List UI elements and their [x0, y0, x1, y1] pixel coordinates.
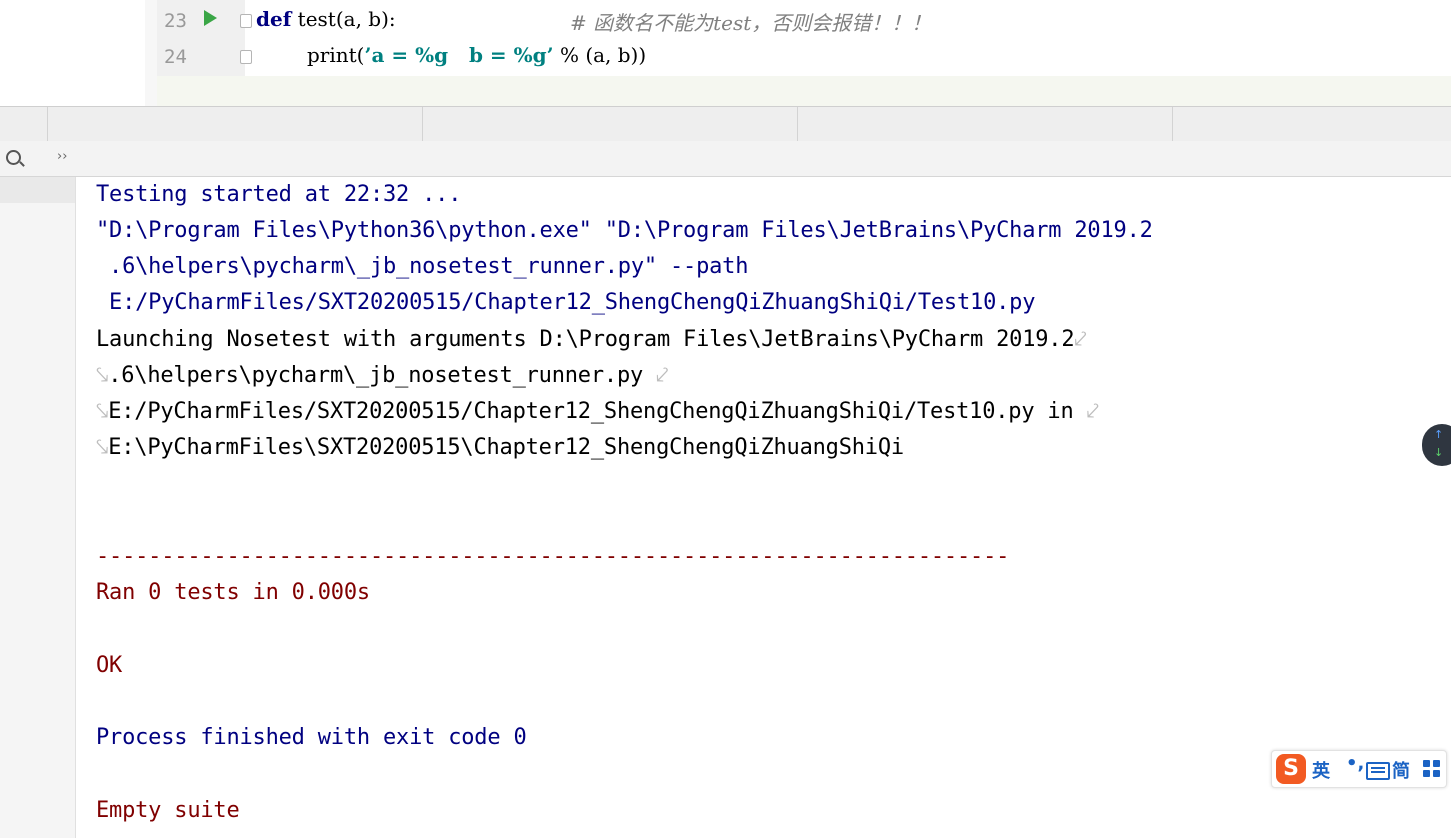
line-number-24: 24 — [164, 46, 187, 68]
editor-left-panel — [0, 0, 145, 106]
current-line-highlight — [157, 76, 1451, 106]
console-line: Empty suite — [96, 798, 240, 823]
soft-wrap-icon: ⤦ — [1074, 327, 1087, 352]
console-separator: ----------------------------------------… — [96, 544, 1010, 569]
line-number-23: 23 — [164, 10, 187, 32]
run-toolbar: ›› — [0, 141, 1451, 177]
ime-language-toggle[interactable]: 英 — [1312, 757, 1330, 783]
fold-marker-icon[interactable] — [240, 14, 252, 28]
arrow-up-icon[interactable]: ↑ — [1434, 428, 1443, 441]
keyword-def: def — [256, 7, 292, 31]
code-line-24[interactable]: print(’a = %g b = %g’ % (a, b)) — [307, 43, 646, 67]
code-comment: # 函数名不能为test，否则会报错！！！ — [570, 11, 932, 35]
console-line-text: .6\helpers\pycharm\_jb_nosetest_runner.p… — [108, 363, 657, 388]
function-signature: test(a, b): — [291, 7, 396, 31]
console-line: Process finished with exit code 0 — [96, 725, 527, 750]
soft-wrap-icon: ⤦ — [1086, 399, 1099, 424]
format-args: % (a, b)) — [553, 43, 647, 67]
console-line: Launching Nosetest with arguments D:\Pro… — [96, 327, 1087, 352]
sogou-logo-icon[interactable]: S — [1276, 754, 1306, 784]
code-editor[interactable]: 23 24 def test(a, b): # 函数名不能为test，否则会报错！… — [0, 0, 1451, 106]
search-icon[interactable] — [6, 150, 21, 165]
run-test-icon[interactable] — [204, 10, 217, 26]
soft-wrap-icon: ⤦ — [656, 363, 669, 388]
ime-punctuation-toggle[interactable]: •, — [1346, 753, 1364, 774]
keyboard-icon[interactable] — [1366, 762, 1390, 780]
tool-window-tab-bar — [0, 106, 1451, 142]
tab-divider — [1172, 107, 1173, 141]
tab-divider — [797, 107, 798, 141]
console-gutter-header — [0, 177, 75, 203]
console-gutter — [0, 177, 76, 838]
console-line: Ran 0 tests in 0.000s — [96, 580, 370, 605]
console-line: OK — [96, 653, 123, 678]
ime-simplified-toggle[interactable]: 简 — [1392, 757, 1410, 783]
console-line: ⤥.6\helpers\pycharm\_jb_nosetest_runner.… — [96, 363, 668, 388]
arrow-down-icon[interactable]: ↓ — [1434, 446, 1443, 459]
console-line: E:/PyCharmFiles/SXT20200515/Chapter12_Sh… — [96, 290, 1036, 315]
scroll-navigation-widget[interactable]: ↑ ↓ — [1422, 424, 1451, 466]
grid-menu-icon[interactable] — [1423, 760, 1441, 778]
console-line: "D:\Program Files\Python36\python.exe" "… — [96, 218, 1153, 243]
format-string: ’a = %g b = %g’ — [364, 43, 554, 67]
soft-wrap-icon: ⤥ — [96, 363, 109, 388]
console-line: ⤥E:\PyCharmFiles\SXT20200515\Chapter12_S… — [96, 435, 904, 460]
code-line-23[interactable]: def test(a, b): # 函数名不能为test，否则会报错！！！ — [256, 7, 931, 35]
console-line-text: E:/PyCharmFiles/SXT20200515/Chapter12_Sh… — [108, 399, 1087, 424]
print-call: print( — [307, 43, 365, 67]
tab-divider — [422, 107, 423, 141]
soft-wrap-icon: ⤥ — [96, 399, 109, 424]
tab-divider — [47, 107, 48, 141]
ime-toolbar[interactable]: S 英 •, 简 — [1271, 750, 1447, 788]
console-line-text: E:\PyCharmFiles\SXT20200515\Chapter12_Sh… — [108, 435, 904, 460]
console-line: .6\helpers\pycharm\_jb_nosetest_runner.p… — [96, 254, 749, 279]
fold-marker-icon[interactable] — [240, 50, 252, 64]
console-line: Testing started at 22:32 ... — [96, 182, 462, 207]
console-line-text: Launching Nosetest with arguments D:\Pro… — [96, 327, 1075, 352]
more-actions-icon[interactable]: ›› — [57, 149, 67, 164]
soft-wrap-icon: ⤥ — [96, 435, 109, 460]
console-line: ⤥E:/PyCharmFiles/SXT20200515/Chapter12_S… — [96, 399, 1099, 424]
